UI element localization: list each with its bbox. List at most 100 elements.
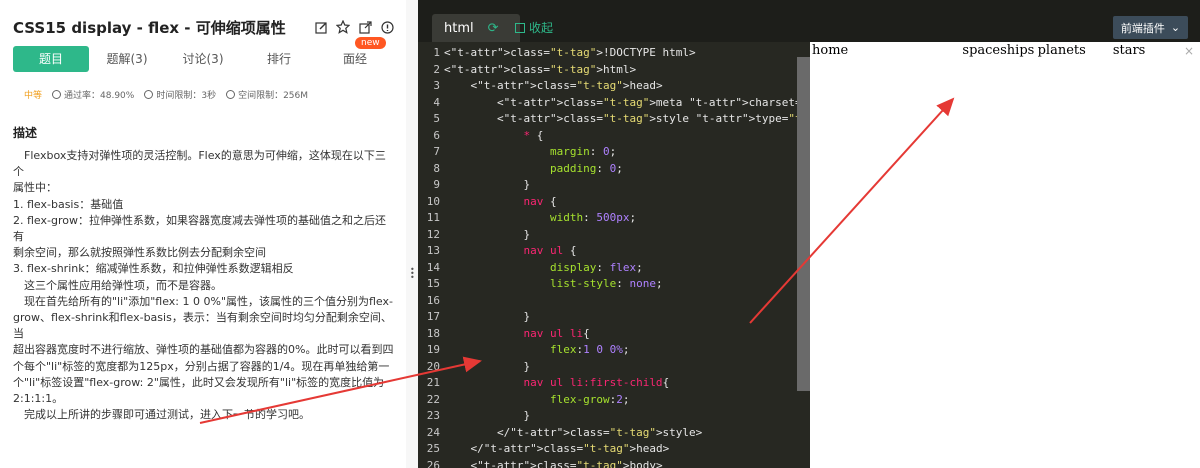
code-line[interactable]: nav ul li:first-child{ <box>444 375 810 392</box>
line-number: 7 <box>433 145 440 158</box>
line-number: 12 <box>426 227 440 241</box>
code-line[interactable]: nav ul li{ <box>444 326 810 343</box>
external-link-icon[interactable] <box>358 20 372 34</box>
description-line: 个"li"标签设置"flex-grow: 2"属性，此时又会发现所有"li"标签… <box>13 375 385 389</box>
tab-problem[interactable]: 题目 <box>13 46 89 72</box>
line-number: 5 <box>433 112 440 125</box>
problem-pane: CSS15 display - flex - 可伸缩项属性 题目 题解(3) 讨… <box>0 0 406 468</box>
line-number: 23 <box>426 409 440 422</box>
line-number: 21 <box>426 376 440 389</box>
pass-rate-text: 通过率：48.90% <box>64 91 135 101</box>
description-line: Flexbox支持对弹性项的灵活控制。Flex的意思为可伸缩，这体现在以下三个 <box>13 149 386 179</box>
time-limit: 时间限制：3秒 <box>144 88 216 101</box>
description-body: Flexbox支持对弹性项的灵活控制。Flex的意思为可伸缩，这体现在以下三个 … <box>13 148 395 423</box>
preview-nav-item: spaceships <box>962 43 1035 58</box>
description-line: 剩余空间，那么就按照弹性系数比例去分配剩余空间 <box>13 246 266 260</box>
edit-icon[interactable] <box>314 20 328 34</box>
line-number: 16 <box>426 293 440 307</box>
time-limit-text: 时间限制：3秒 <box>156 91 217 101</box>
code-line[interactable]: } <box>444 309 810 326</box>
info-icon[interactable] <box>380 20 394 34</box>
code-line[interactable]: display: flex; <box>444 260 810 277</box>
tab-html-label: html <box>444 20 474 36</box>
problem-header: CSS15 display - flex - 可伸缩项属性 <box>13 17 394 41</box>
description-line: 超出容器宽度时不进行缩放、弹性项的基础值都为容器的0%。此时可以看到四 <box>13 343 394 357</box>
code-editor[interactable]: html ⟳ 收起 1 2 3 4 5 6 7 8 9 10 11 12 13 14 15 16 17 18 19 2… <box>418 0 810 468</box>
star-icon[interactable] <box>336 20 350 34</box>
code-line[interactable]: * { <box>444 128 810 145</box>
code-line[interactable]: padding: 0; <box>444 161 810 178</box>
code-line[interactable]: } <box>444 408 810 425</box>
description-line: 属性中： <box>13 181 57 195</box>
preview-pane: home spaceships planets stars × <box>810 42 1200 468</box>
line-number: 19 <box>426 343 440 356</box>
code-line[interactable]: } <box>444 227 810 244</box>
description-line: 1. flex-basis：基础值 <box>13 197 124 211</box>
line-number: 13 <box>426 244 440 257</box>
code-line[interactable]: <"t-attr">class="t-tag">style "t-attr">t… <box>444 111 810 128</box>
code-line[interactable]: list-style: none; <box>444 276 810 293</box>
code-line[interactable]: width: 500px; <box>444 210 810 227</box>
description-line: 个每个"li"标签的宽度都为125px，分别占据了容器的1/4。现在再单独给第一 <box>13 359 390 373</box>
preview-nav-list: home spaceships planets stars <box>812 43 1188 58</box>
refresh-icon[interactable]: ⟳ <box>488 21 499 36</box>
line-number: 1 <box>433 46 440 59</box>
pane-splitter[interactable]: • • • <box>406 0 418 468</box>
code-line[interactable]: flex:1 0 0%; <box>444 342 810 359</box>
line-number: 2 <box>433 62 440 76</box>
editor-scrollbar[interactable] <box>797 57 810 391</box>
difficulty-label: 中等 <box>24 91 43 101</box>
line-number-gutter: 1 2 3 4 5 6 7 8 9 10 11 12 13 14 15 16 17 18 19 20 21 22 23 24 2… <box>418 45 440 468</box>
line-number: 15 <box>426 277 440 290</box>
line-number: 22 <box>426 392 440 406</box>
description-line: 完成以上所讲的步骤即可通过测试，进入下一节的学习吧。 <box>13 408 310 422</box>
frontend-plugin-dropdown[interactable]: 前端插件 ⌄ <box>1113 16 1188 39</box>
problem-actions <box>314 20 394 34</box>
line-number: 9 <box>433 178 440 191</box>
description-line: 2. flex-grow：拉伸弹性系数，如果容器宽度减去弹性项的基础值之和之后还… <box>13 213 386 244</box>
code-line[interactable]: } <box>444 177 810 194</box>
space-limit: 空间限制：256M <box>226 88 308 101</box>
collapse-icon <box>515 22 525 33</box>
problem-tabs: 题目 题解(3) 讨论(3) 排行 面经 <box>13 46 393 72</box>
code-line[interactable]: </"t-attr">class="t-tag">style> <box>444 425 810 442</box>
collapse-button[interactable]: 收起 <box>515 19 553 36</box>
code-line[interactable] <box>444 293 810 310</box>
collapse-label: 收起 <box>529 21 554 35</box>
code-line[interactable]: flex-grow:2; <box>444 392 810 409</box>
pass-rate: 通过率：48.90% <box>52 88 134 101</box>
code-line[interactable]: } <box>444 359 810 376</box>
description-line: 3. flex-shrink：缩减弹性系数，和拉伸弹性系数逻辑相反 <box>13 262 294 276</box>
check-circle-icon <box>52 90 62 99</box>
code-line[interactable]: <"t-attr">class="t-tag">body> <box>444 458 810 468</box>
description-line: 现在首先给所有的"li"添加"flex: 1 0 0%"属性，该属性的三个值分别… <box>13 294 393 308</box>
description-line: 2:1:1:1。 <box>13 392 64 406</box>
tab-solutions[interactable]: 题解(3) <box>89 46 165 72</box>
code-line[interactable]: </"t-attr">class="t-tag">head> <box>444 441 810 458</box>
line-number: 24 <box>426 425 440 439</box>
code-line[interactable]: nav { <box>444 194 810 211</box>
tab-discussion[interactable]: 讨论(3) <box>165 46 241 72</box>
preview-nav-item: planets <box>1037 43 1086 58</box>
code-line[interactable]: margin: 0; <box>444 144 810 161</box>
code-line[interactable]: <"t-attr">class="t-tag">html> <box>444 62 810 79</box>
tab-ranking[interactable]: 排行 <box>241 46 317 72</box>
code-line[interactable]: <"t-attr">class="t-tag">head> <box>444 78 810 95</box>
code-content[interactable]: <"t-attr">class="t-tag">!DOCTYPE html> <"… <box>444 45 810 468</box>
tab-interview[interactable]: 面经 <box>317 46 393 72</box>
line-number: 8 <box>433 161 440 175</box>
description-heading: 描述 <box>13 126 38 140</box>
tab-html[interactable]: html ⟳ <box>432 14 520 42</box>
line-number: 26 <box>426 458 440 468</box>
description-line: 这三个属性应用给弹性项，而不是容器。 <box>13 278 222 292</box>
drag-handle-icon[interactable]: • • • <box>410 266 415 282</box>
close-icon[interactable]: × <box>1184 44 1194 58</box>
code-line[interactable]: <"t-attr">class="t-tag">!DOCTYPE html> <box>444 45 810 62</box>
code-line[interactable]: nav ul { <box>444 243 810 260</box>
code-line[interactable]: <"t-attr">class="t-tag">meta "t-attr">ch… <box>444 95 810 112</box>
line-number: 25 <box>426 442 440 455</box>
line-number: 3 <box>433 79 440 92</box>
line-number: 10 <box>426 194 440 208</box>
line-number: 17 <box>426 310 440 323</box>
clock-icon <box>144 90 154 99</box>
